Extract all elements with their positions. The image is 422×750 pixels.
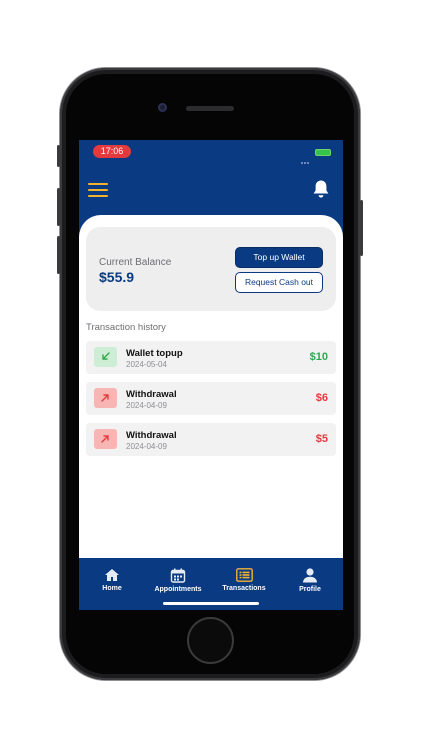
- transaction-date: 2024-04-09: [126, 442, 167, 451]
- balance-label: Current Balance: [99, 257, 172, 268]
- transaction-amount: $6: [315, 392, 328, 404]
- status-time: 17:06: [93, 145, 131, 158]
- transaction-history-title: Transaction history: [86, 322, 166, 333]
- nav-transactions-label: Transactions: [222, 585, 266, 592]
- arrow-down-left-icon: [94, 347, 117, 367]
- request-cash-out-button[interactable]: Request Cash out: [235, 272, 323, 293]
- bell-icon[interactable]: [312, 179, 330, 199]
- transaction-row[interactable]: Withdrawal 2024-04-09 $5: [86, 423, 336, 456]
- list-icon: [235, 568, 253, 582]
- volume-down-button: [57, 236, 60, 274]
- transaction-date: 2024-05-04: [126, 360, 167, 369]
- person-icon: [303, 568, 317, 583]
- nav-appointments-label: Appointments: [154, 586, 202, 593]
- balance-amount: $55.9: [99, 269, 135, 285]
- home-icon: [105, 569, 119, 581]
- transaction-title: Wallet topup: [126, 348, 183, 359]
- transaction-amount: $5: [315, 433, 328, 445]
- volume-up-button: [57, 188, 60, 226]
- transaction-row[interactable]: Withdrawal 2024-04-09 $6: [86, 382, 336, 415]
- bottom-navigation: Home Appointments Transactions Profile: [79, 558, 343, 610]
- transaction-title: Withdrawal: [126, 430, 177, 441]
- nav-profile-label: Profile: [299, 586, 321, 593]
- transaction-amount: $10: [309, 351, 328, 363]
- status-bar: 17:06: [79, 140, 343, 164]
- app-screen: 17:06 Current Balance $55.9 Top up Walle…: [79, 140, 343, 610]
- nav-profile[interactable]: Profile: [277, 568, 343, 604]
- home-button[interactable]: [187, 617, 234, 664]
- power-button: [360, 200, 363, 256]
- calendar-icon: [170, 568, 186, 583]
- main-content: Current Balance $55.9 Top up Wallet Requ…: [79, 215, 343, 558]
- nav-transactions[interactable]: Transactions: [211, 568, 277, 604]
- battery-icon: [315, 149, 331, 156]
- home-indicator: [163, 602, 259, 605]
- nav-appointments[interactable]: Appointments: [145, 568, 211, 604]
- nav-home[interactable]: Home: [79, 568, 145, 604]
- hamburger-menu-icon[interactable]: [88, 183, 108, 197]
- earpiece-speaker: [186, 106, 234, 111]
- transaction-date: 2024-04-09: [126, 401, 167, 410]
- transaction-title: Withdrawal: [126, 389, 177, 400]
- nav-home-label: Home: [102, 585, 122, 592]
- arrow-up-right-icon: [94, 429, 117, 449]
- signal-icon: [301, 151, 311, 164]
- arrow-up-right-icon: [94, 388, 117, 408]
- silent-switch: [57, 145, 60, 167]
- transaction-row[interactable]: Wallet topup 2024-05-04 $10: [86, 341, 336, 374]
- front-camera: [158, 103, 167, 112]
- balance-card: Current Balance $55.9 Top up Wallet Requ…: [86, 227, 336, 311]
- top-up-wallet-button[interactable]: Top up Wallet: [235, 247, 323, 268]
